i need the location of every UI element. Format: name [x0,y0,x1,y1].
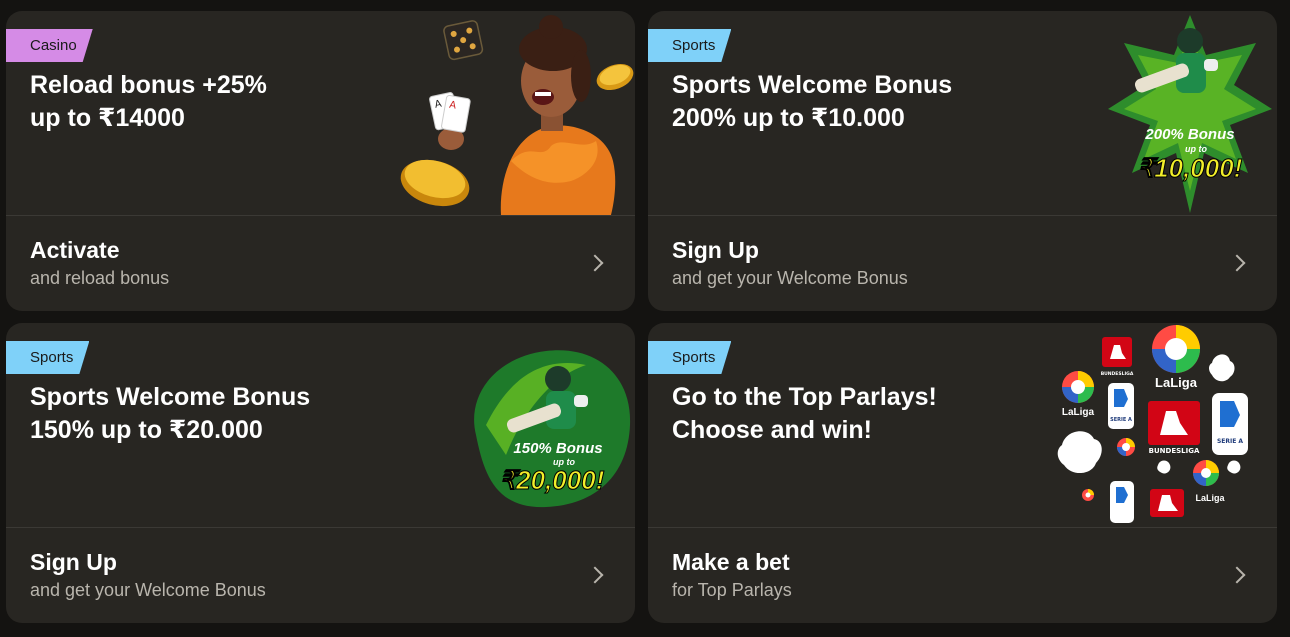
laliga-logo-icon: LaLiga [1062,371,1095,418]
promo-title-line2: up to ₹14000 [30,104,185,132]
cricket-bonus-illustration: 200% Bonus up to ₹10,000! [1108,15,1272,213]
promo-title: Sports Welcome Bonus 200% up to ₹10.000 [672,69,1052,135]
action-subtitle: and get your Welcome Bonus [672,268,908,288]
action-title: Activate [30,237,120,263]
sports-welcome-card-150[interactable]: Sports Sports Welcome Bonus 150% up to ₹… [6,323,635,623]
dice-icon [443,20,484,61]
gold-coin-icon [596,63,634,91]
bonus-amount: ₹10,000! [1138,153,1243,183]
promo-title-line2: 150% up to ₹20.000 [30,416,263,444]
action-title: Sign Up [672,237,759,263]
bonus-line: 200% Bonus [1144,126,1234,143]
category-tag: Sports [648,341,731,374]
premier-league-lion-icon [1209,354,1235,382]
premier-league-lion-icon [1227,460,1241,474]
svg-text:BUNDESLIGA: BUNDESLIGA [1149,447,1200,455]
promo-title-line2: Choose and win! [672,416,872,444]
bundesliga-logo-icon [1150,489,1184,517]
chevron-right-icon [586,254,604,272]
top-parlays-card[interactable]: Sports Go to the Top Parlays! Choose and… [648,323,1277,623]
activate-button[interactable]: Activate and reload bonus [6,216,635,311]
bundesliga-logo-icon: BUNDESLIGA [1148,401,1200,455]
league-logos-collage: BUNDESLIGA LaLiga LaLiga SERIE A BUNDESL… [1057,325,1248,523]
promo-title-line1: Sports Welcome Bonus [672,71,953,99]
bonus-line: 150% Bonus [513,440,602,457]
laliga-logo-icon: LaLiga [1152,325,1200,390]
svg-text:LaLiga: LaLiga [1195,493,1225,503]
bundesliga-logo-icon: BUNDESLIGA [1101,337,1134,377]
serie-a-logo-icon: SERIE A [1212,393,1248,455]
svg-text:SERIE A: SERIE A [1217,438,1243,445]
cricket-bonus-illustration: 150% Bonus up to ₹20,000! [474,350,631,508]
svg-text:SERIE A: SERIE A [1110,417,1132,423]
svg-text:BUNDESLIGA: BUNDESLIGA [1101,371,1134,377]
promo-title-line1: Go to the Top Parlays! [672,383,937,411]
serie-a-logo-icon [1110,481,1134,523]
sign-up-button[interactable]: Sign Up and get your Welcome Bonus [6,528,635,623]
serie-a-logo-icon: SERIE A [1108,383,1134,429]
svg-text:LaLiga: LaLiga [1062,407,1095,418]
premier-league-lion-icon [1057,431,1102,474]
chevron-right-icon [1228,254,1246,272]
action-title: Make a bet [672,549,790,575]
action-title: Sign Up [30,549,117,575]
laliga-logo-icon [1082,489,1094,501]
chevron-right-icon [1228,566,1246,584]
sign-up-button[interactable]: Sign Up and get your Welcome Bonus [648,216,1277,311]
promo-title: Reload bonus +25% up to ₹14000 [30,69,410,135]
promo-title-line2: 200% up to ₹10.000 [672,104,905,132]
gold-coin-icon [400,159,470,207]
promo-title: Go to the Top Parlays! Choose and win! [672,381,1052,447]
casino-woman-illustration: A A [400,15,634,215]
action-subtitle: and reload bonus [30,268,170,288]
category-tag: Sports [648,29,731,62]
promo-title-line1: Reload bonus +25% [30,71,267,99]
laliga-logo-icon: LaLiga [1193,460,1225,503]
svg-text:LaLiga: LaLiga [1155,375,1198,390]
chevron-right-icon [586,566,604,584]
category-tag: Casino [6,29,93,62]
action-subtitle: and get your Welcome Bonus [30,580,266,600]
casino-reload-card[interactable]: Casino Reload bonus +25% up to ₹14000 A … [6,11,635,311]
sports-welcome-card-200[interactable]: Sports Sports Welcome Bonus 200% up to ₹… [648,11,1277,311]
promo-title-line1: Sports Welcome Bonus [30,383,311,411]
bonus-amount: ₹20,000! [500,465,605,495]
promo-title: Sports Welcome Bonus 150% up to ₹20.000 [30,381,410,447]
category-tag: Sports [6,341,89,374]
action-subtitle: for Top Parlays [672,580,792,600]
make-a-bet-button[interactable]: Make a bet for Top Parlays [648,528,1277,623]
laliga-logo-icon [1117,438,1135,456]
premier-league-lion-icon [1157,460,1171,474]
